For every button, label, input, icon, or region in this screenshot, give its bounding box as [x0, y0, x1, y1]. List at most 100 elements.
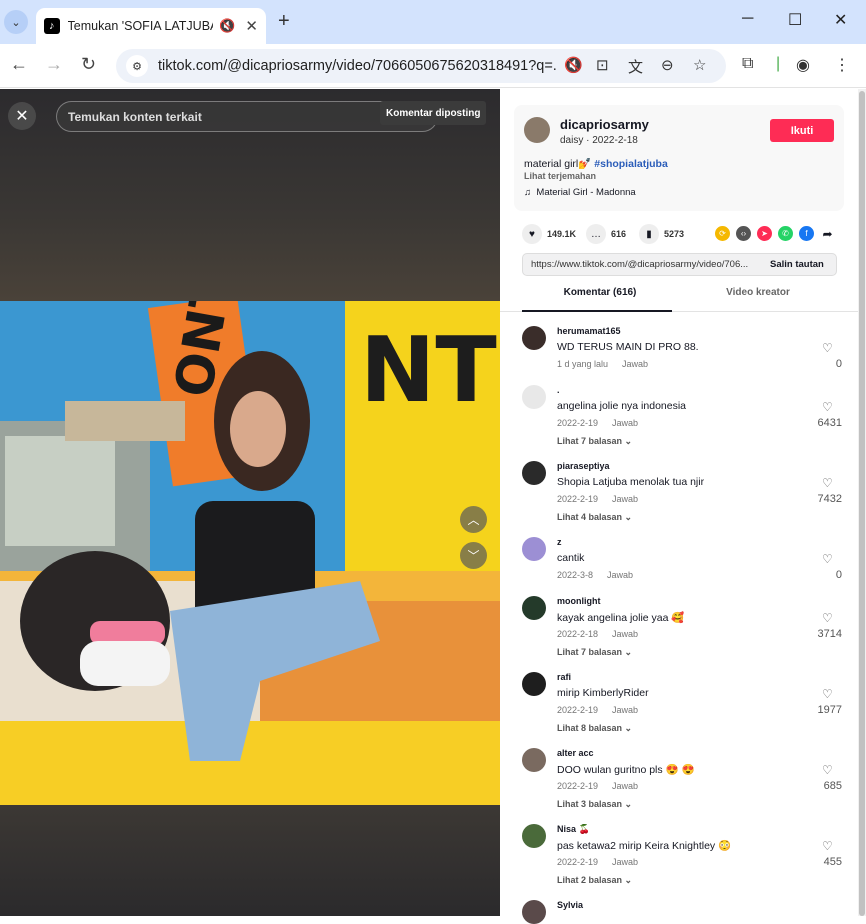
commenter-username[interactable]: .: [557, 385, 560, 395]
view-replies-button[interactable]: Lihat 7 balasan ⌄: [557, 436, 632, 447]
video-player[interactable]: ONT NT ✕ Temukan konten terkait Komentar…: [0, 89, 500, 916]
comment-like-icon[interactable]: ♡: [822, 687, 833, 701]
save-count: 5273: [664, 229, 685, 239]
browser-tab[interactable]: ♪ Temukan 'SOFIA LATJUBA' di 🔇 ✕: [36, 8, 266, 44]
reply-button[interactable]: Jawab: [612, 705, 638, 715]
tab-search-button[interactable]: ⌄: [4, 10, 28, 34]
send-to-friends-icon[interactable]: ➤: [757, 226, 772, 241]
tab-creator-videos[interactable]: Video kreator: [688, 287, 828, 311]
forward-button[interactable]: →: [45, 54, 63, 75]
comment-like-icon[interactable]: ♡: [822, 839, 833, 853]
commenter-username[interactable]: rafi: [557, 672, 571, 682]
comment-like-icon[interactable]: ♡: [822, 476, 833, 490]
author-avatar[interactable]: [524, 117, 550, 143]
previous-video-button[interactable]: ︿: [460, 506, 487, 533]
repost-icon[interactable]: ⟳: [715, 226, 730, 241]
commenter-username[interactable]: alter acc: [557, 748, 594, 758]
comment-text: DOO wulan guritno pls 😍 😍: [557, 764, 695, 776]
commenter-username[interactable]: z: [557, 537, 562, 547]
page-scrollbar[interactable]: [858, 89, 866, 916]
back-button[interactable]: ←: [10, 54, 28, 75]
commenter-avatar[interactable]: [522, 385, 546, 409]
like-stat[interactable]: ♥ 149.1K: [522, 223, 576, 245]
profile-avatar-icon[interactable]: ◉: [796, 55, 810, 75]
comment-like-icon[interactable]: ♡: [822, 341, 833, 355]
browser-toolbar: ← → ↻ ⚙ tiktok.com/@dicapriosarmy/video/…: [0, 44, 866, 88]
view-replies-button[interactable]: Lihat 3 balasan ⌄: [557, 799, 632, 810]
commenter-avatar[interactable]: [522, 672, 546, 696]
author-username[interactable]: dicapriosarmy: [560, 117, 649, 132]
view-replies-button[interactable]: Lihat 8 balasan ⌄: [557, 723, 632, 734]
next-video-button[interactable]: ﹀: [460, 542, 487, 569]
close-tab-icon[interactable]: ✕: [245, 17, 258, 35]
comment-text: kayak angelina jolie yaa 🥰: [557, 612, 685, 624]
comment-stat[interactable]: … 616: [586, 223, 626, 245]
commenter-avatar[interactable]: [522, 461, 546, 485]
author-nickname: daisy: [560, 135, 584, 146]
post-caption: material girl💅 #shopialatjuba: [524, 157, 668, 170]
muted-audio-icon[interactable]: 🔇: [219, 18, 235, 34]
music-link[interactable]: ♫ Material Girl - Madonna: [524, 187, 636, 198]
install-app-icon[interactable]: ⊡: [596, 56, 609, 74]
whatsapp-icon[interactable]: ✆: [778, 226, 793, 241]
view-replies-button[interactable]: Lihat 2 balasan ⌄: [557, 875, 632, 886]
bookmark-star-icon[interactable]: ☆: [693, 56, 706, 74]
reply-button[interactable]: Jawab: [612, 781, 638, 791]
comment-like-icon[interactable]: ♡: [822, 763, 833, 777]
reload-button[interactable]: ↻: [81, 54, 96, 75]
url-text[interactable]: tiktok.com/@dicapriosarmy/video/70660506…: [158, 58, 556, 74]
commenter-avatar[interactable]: [522, 900, 546, 924]
reply-button[interactable]: Jawab: [607, 570, 633, 580]
zoom-icon[interactable]: ⊖: [661, 56, 674, 74]
commenter-username[interactable]: Sylvia: [557, 900, 583, 910]
reply-button[interactable]: Jawab: [612, 494, 638, 504]
embed-icon[interactable]: ‹›: [736, 226, 751, 241]
close-video-button[interactable]: ✕: [8, 102, 36, 130]
extensions-icon[interactable]: ⧉: [742, 55, 753, 73]
translate-link[interactable]: Lihat terjemahan: [524, 171, 596, 181]
commenter-avatar[interactable]: [522, 824, 546, 848]
comment-text: cantik: [557, 552, 585, 564]
tab-comments[interactable]: Komentar (616): [530, 287, 670, 311]
view-replies-button[interactable]: Lihat 4 balasan ⌄: [557, 512, 632, 523]
commenter-avatar[interactable]: [522, 537, 546, 561]
translate-icon[interactable]: 文: [628, 56, 643, 77]
commenter-username[interactable]: piaraseptiya: [557, 461, 610, 471]
copy-link-button[interactable]: Salin tautan: [770, 259, 824, 270]
reply-button[interactable]: Jawab: [612, 629, 638, 639]
tab-title: Temukan 'SOFIA LATJUBA' di: [67, 19, 214, 33]
comment-like-count: 3714: [817, 628, 842, 640]
browser-menu-icon[interactable]: ⋮: [834, 55, 850, 75]
site-info-icon[interactable]: ⚙: [126, 55, 148, 77]
media-muted-icon[interactable]: 🔇: [564, 56, 583, 74]
commenter-avatar[interactable]: [522, 748, 546, 772]
follow-button[interactable]: Ikuti: [770, 119, 834, 142]
reply-button[interactable]: Jawab: [612, 418, 638, 428]
like-count: 149.1K: [547, 229, 577, 239]
video-frame[interactable]: ONT NT: [0, 301, 500, 805]
close-window-button[interactable]: ✕: [834, 10, 847, 30]
minimize-button[interactable]: ─: [742, 10, 753, 28]
save-stat[interactable]: ▮ 5273: [639, 223, 684, 245]
commenter-username[interactable]: Nisa 🍒: [557, 824, 590, 835]
reply-button[interactable]: Jawab: [612, 857, 638, 867]
commenter-avatar[interactable]: [522, 326, 546, 350]
scrollbar-thumb[interactable]: [859, 91, 865, 916]
comment-like-icon[interactable]: ♡: [822, 552, 833, 566]
chevron-down-icon: ﹀: [467, 549, 480, 563]
comment-like-icon[interactable]: ♡: [822, 611, 833, 625]
hashtag-link[interactable]: #shopialatjuba: [594, 158, 668, 170]
commenter-username[interactable]: moonlight: [557, 596, 601, 606]
maximize-button[interactable]: ☐: [788, 10, 802, 30]
comment-date: 1 d yang lalu: [557, 359, 609, 369]
view-replies-button[interactable]: Lihat 7 balasan ⌄: [557, 647, 632, 658]
new-tab-button[interactable]: +: [278, 10, 290, 33]
commenter-username[interactable]: herumamat165: [557, 326, 621, 336]
post-date: 2022-2-18: [592, 135, 638, 146]
comment-meta: 2022-2-19 Jawab: [557, 705, 652, 715]
comment-like-icon[interactable]: ♡: [822, 400, 833, 414]
reply-button[interactable]: Jawab: [622, 359, 648, 369]
share-arrow-icon[interactable]: ➦: [820, 226, 835, 241]
commenter-avatar[interactable]: [522, 596, 546, 620]
facebook-icon[interactable]: f: [799, 226, 814, 241]
